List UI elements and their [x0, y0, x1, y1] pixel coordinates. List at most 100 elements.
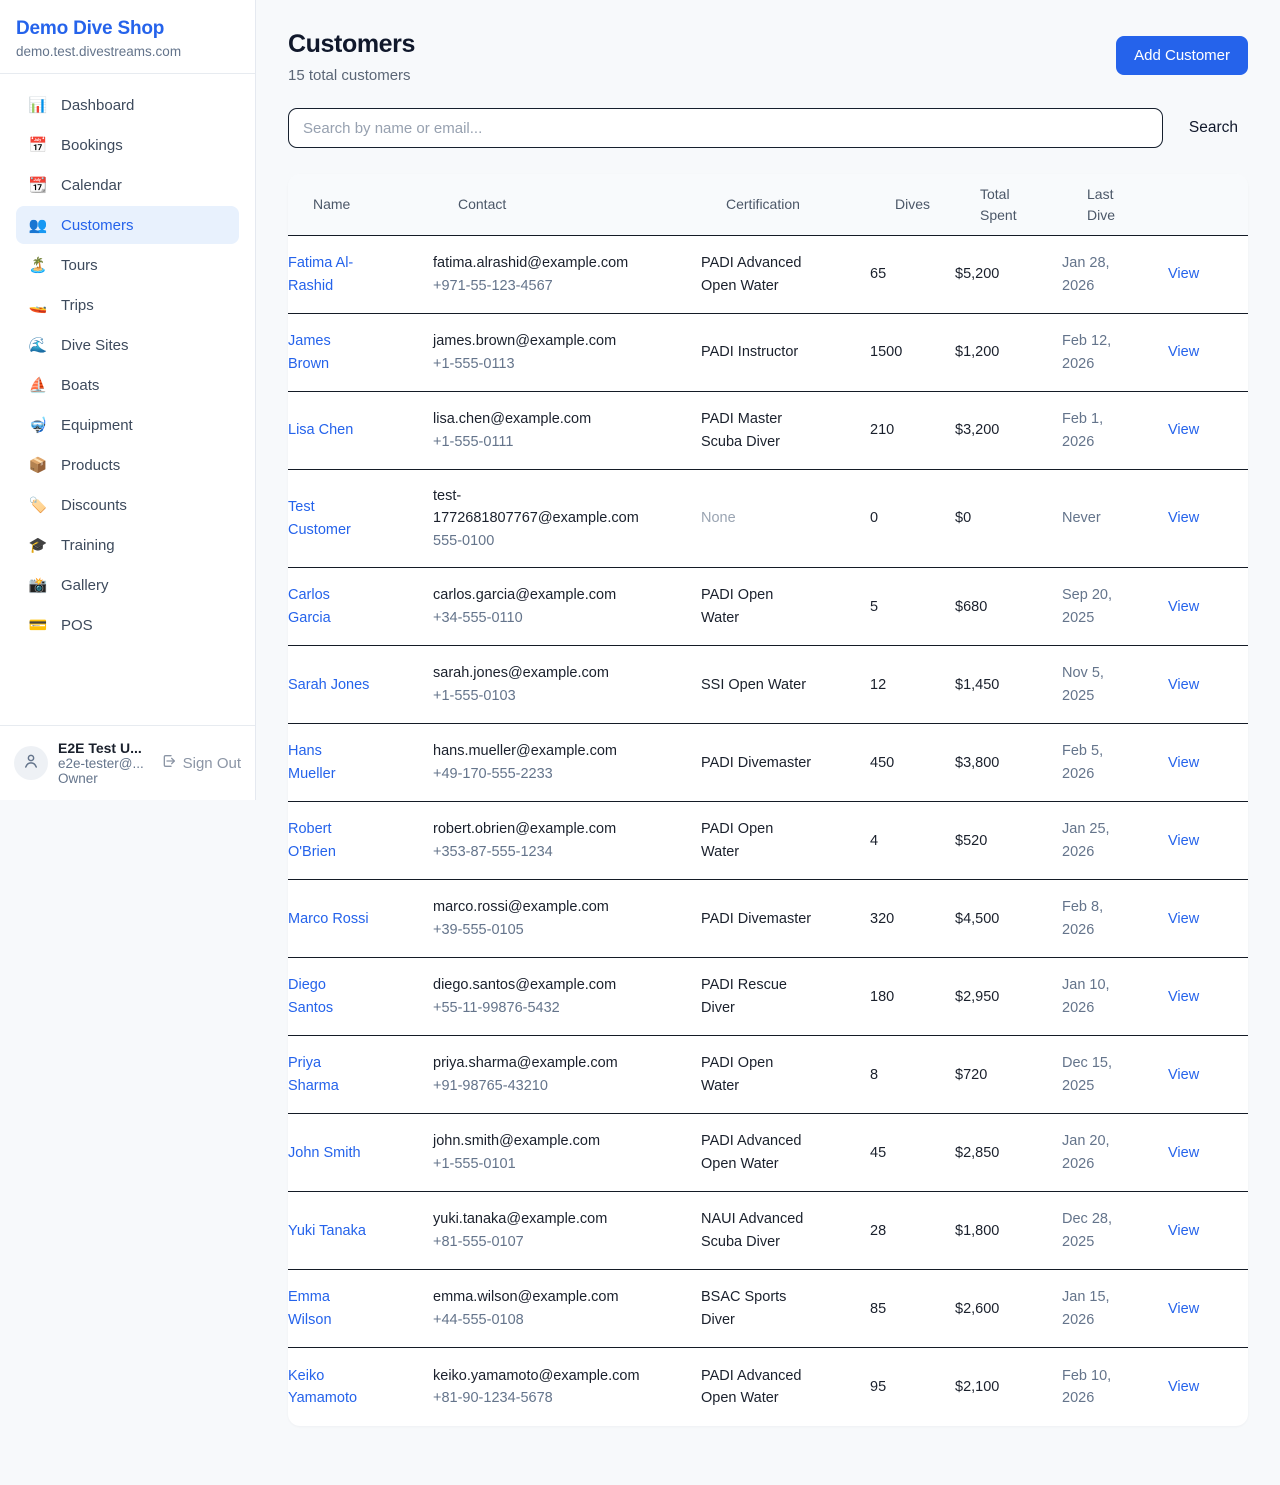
- customer-last-dive: Nov 5, 2025: [1062, 662, 1124, 707]
- customer-name-link[interactable]: Carlos Garcia: [288, 584, 372, 629]
- sidebar-item-label: POS: [61, 617, 93, 634]
- view-link[interactable]: View: [1168, 677, 1199, 693]
- customer-phone: +971-55-123-4567: [433, 275, 693, 297]
- view-link[interactable]: View: [1168, 911, 1199, 927]
- customer-name-link[interactable]: James Brown: [288, 330, 372, 375]
- sidebar-item-discounts[interactable]: 🏷️Discounts: [16, 486, 239, 524]
- view-link[interactable]: View: [1168, 1223, 1199, 1239]
- customer-name-link[interactable]: Robert O'Brien: [288, 818, 372, 863]
- customer-certification: PADI Open Water: [701, 1052, 820, 1097]
- customer-phone: +1-555-0101: [433, 1153, 693, 1175]
- add-customer-button[interactable]: Add Customer: [1116, 36, 1248, 75]
- table-row: Fatima Al-Rashid fatima.alrashid@example…: [288, 236, 1248, 314]
- view-link[interactable]: View: [1168, 1301, 1199, 1317]
- sidebar-item-customers[interactable]: 👥Customers: [16, 206, 239, 244]
- page-title: Customers: [288, 30, 415, 59]
- customer-dives: 5: [870, 596, 955, 618]
- view-link[interactable]: View: [1168, 989, 1199, 1005]
- view-link[interactable]: View: [1168, 1379, 1199, 1395]
- customer-certification: PADI Instructor: [701, 341, 820, 363]
- sidebar-nav: 📊Dashboard📅Bookings📆Calendar👥Customers🏝️…: [0, 74, 255, 725]
- view-link[interactable]: View: [1168, 1067, 1199, 1083]
- sidebar-item-trips[interactable]: 🚤Trips: [16, 286, 239, 324]
- bookings-icon: 📅: [28, 136, 48, 154]
- sign-out-icon: [161, 753, 177, 773]
- view-link[interactable]: View: [1168, 266, 1199, 282]
- customer-name-link[interactable]: Sarah Jones: [288, 674, 369, 696]
- customer-phone: +55-11-99876-5432: [433, 997, 693, 1019]
- customer-last-dive: Jan 28, 2026: [1062, 252, 1124, 297]
- view-link[interactable]: View: [1168, 1145, 1199, 1161]
- sidebar-item-label: Gallery: [61, 577, 109, 594]
- customer-name-link[interactable]: John Smith: [288, 1142, 361, 1164]
- customer-email: marco.rossi@example.com: [433, 896, 648, 918]
- sidebar-item-label: Products: [61, 457, 120, 474]
- view-link[interactable]: View: [1168, 422, 1199, 438]
- view-link[interactable]: View: [1168, 510, 1199, 526]
- column-header-certification: Certification: [726, 194, 895, 214]
- sign-out-button[interactable]: Sign Out: [161, 753, 241, 773]
- customers-icon: 👥: [28, 216, 48, 234]
- sidebar-item-gallery[interactable]: 📸Gallery: [16, 566, 239, 604]
- customer-certification: SSI Open Water: [701, 674, 820, 696]
- sidebar-item-equipment[interactable]: 🤿Equipment: [16, 406, 239, 444]
- customer-name-link[interactable]: Priya Sharma: [288, 1052, 372, 1097]
- sidebar-item-calendar[interactable]: 📆Calendar: [16, 166, 239, 204]
- customer-email: robert.obrien@example.com: [433, 818, 648, 840]
- customer-dives: 320: [870, 908, 955, 930]
- customer-phone: +34-555-0110: [433, 607, 693, 629]
- customer-certification: PADI Divemaster: [701, 908, 820, 930]
- customer-phone: +44-555-0108: [433, 1309, 693, 1331]
- customer-name-link[interactable]: Test Customer: [288, 496, 372, 541]
- customer-email: james.brown@example.com: [433, 330, 648, 352]
- view-link[interactable]: View: [1168, 755, 1199, 771]
- user-email: e2e-tester@...: [58, 756, 144, 771]
- customer-total-spent: $4,500: [955, 908, 1062, 930]
- search-button[interactable]: Search: [1163, 119, 1248, 137]
- sidebar-item-tours[interactable]: 🏝️Tours: [16, 246, 239, 284]
- customer-total-spent: $520: [955, 830, 1062, 852]
- customer-name-link[interactable]: Emma Wilson: [288, 1286, 372, 1331]
- customer-phone: +91-98765-43210: [433, 1075, 693, 1097]
- customer-name-link[interactable]: Lisa Chen: [288, 419, 353, 441]
- customer-phone: 555-0100: [433, 530, 693, 552]
- search-input[interactable]: [288, 108, 1163, 148]
- customer-phone: +353-87-555-1234: [433, 841, 693, 863]
- pos-icon: 💳: [28, 616, 48, 634]
- user-name: E2E Test U...: [58, 740, 144, 756]
- customer-dives: 45: [870, 1142, 955, 1164]
- sidebar-item-pos[interactable]: 💳 POS: [16, 606, 239, 644]
- table-row: Sarah Jones sarah.jones@example.com +1-5…: [288, 646, 1248, 724]
- customer-phone: +81-555-0107: [433, 1231, 693, 1253]
- customer-dives: 180: [870, 986, 955, 1008]
- customer-email: lisa.chen@example.com: [433, 408, 648, 430]
- customer-name-link[interactable]: Keiko Yamamoto: [288, 1365, 372, 1410]
- view-link[interactable]: View: [1168, 599, 1199, 615]
- customer-name-link[interactable]: Fatima Al-Rashid: [288, 252, 372, 297]
- view-link[interactable]: View: [1168, 833, 1199, 849]
- customer-name-link[interactable]: Marco Rossi: [288, 908, 369, 930]
- customer-certification: None: [701, 507, 820, 529]
- customer-name-link[interactable]: Hans Mueller: [288, 740, 372, 785]
- sidebar: Demo Dive Shop demo.test.divestreams.com…: [0, 0, 256, 800]
- customer-dives: 12: [870, 674, 955, 696]
- customer-certification: PADI Advanced Open Water: [701, 1365, 820, 1410]
- customer-name-link[interactable]: Diego Santos: [288, 974, 372, 1019]
- sidebar-item-dashboard[interactable]: 📊Dashboard: [16, 86, 239, 124]
- sidebar-item-dive-sites[interactable]: 🌊Dive Sites: [16, 326, 239, 364]
- sidebar-item-bookings[interactable]: 📅Bookings: [16, 126, 239, 164]
- sidebar-item-training[interactable]: 🎓Training: [16, 526, 239, 564]
- sidebar-item-boats[interactable]: ⛵Boats: [16, 366, 239, 404]
- main-content: Customers 15 total customers Add Custome…: [256, 0, 1280, 1450]
- customer-name-link[interactable]: Yuki Tanaka: [288, 1220, 366, 1242]
- customer-total-spent: $680: [955, 596, 1062, 618]
- column-header-total-spent: Total Spent: [980, 184, 1030, 225]
- customer-dives: 210: [870, 419, 955, 441]
- discounts-icon: 🏷️: [28, 496, 48, 514]
- view-link[interactable]: View: [1168, 344, 1199, 360]
- customer-last-dive: Feb 12, 2026: [1062, 330, 1124, 375]
- sidebar-item-products[interactable]: 📦Products: [16, 446, 239, 484]
- customer-last-dive: Feb 5, 2026: [1062, 740, 1124, 785]
- training-icon: 🎓: [28, 536, 48, 554]
- customer-email: sarah.jones@example.com: [433, 662, 648, 684]
